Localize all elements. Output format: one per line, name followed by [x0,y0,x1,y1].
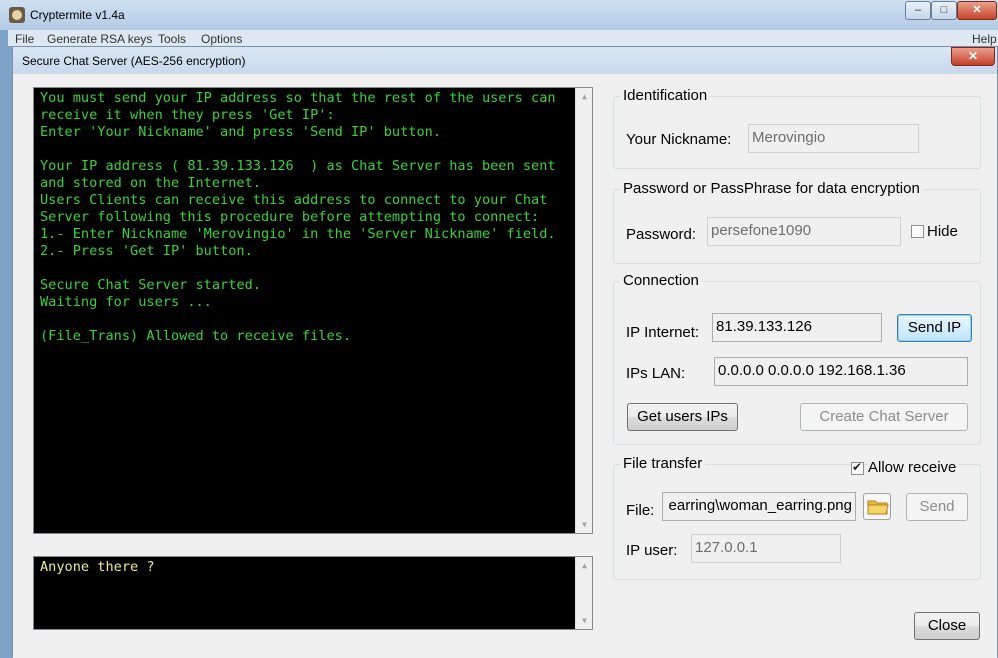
message-input-text: Anyone there ? [40,559,155,575]
nickname-field[interactable]: Merovingio [748,124,919,153]
menu-generate-rsa-keys[interactable]: Generate RSA keys [47,32,152,46]
chat-log-scrollbar[interactable]: ▲ ▼ [575,88,592,533]
chat-log-lines: You must send your IP address so that th… [40,90,572,345]
dialog-body: You must send your IP address so that th… [13,74,997,658]
file-transfer-legend: File transfer [620,455,706,472]
password-label: Password: [626,226,697,243]
scroll-up-arrow-icon[interactable]: ▲ [576,88,592,105]
send-ip-button[interactable]: Send IP [897,314,972,342]
chat-log-line: Users Clients can receive this address t… [40,192,548,208]
chat-log-line: 2.- Press 'Get IP' button. [40,243,253,259]
dialog-title: Secure Chat Server (AES-256 encryption) [22,54,246,68]
chat-log-line: and stored on the Internet. [40,175,261,191]
password-legend: Password or PassPhrase for data encrypti… [620,180,923,197]
message-input-scrollbar[interactable]: ▲ ▼ [575,557,592,629]
menu-file[interactable]: File [15,32,34,46]
app-icon [9,7,25,23]
hide-password-label: Hide [927,223,958,240]
scroll-up-arrow-icon[interactable]: ▲ [576,557,592,574]
ips-lan-field[interactable]: 0.0.0.0 0.0.0.0 192.168.1.36 [714,357,968,386]
scroll-down-arrow-icon[interactable]: ▼ [576,516,592,533]
allow-receive-checkbox[interactable] [851,460,864,475]
ip-user-label: IP user: [626,542,678,559]
connection-legend: Connection [620,272,702,289]
nickname-label: Your Nickname: [626,131,732,148]
hide-password-checkbox[interactable] [911,225,924,238]
dialog-titlebar: Secure Chat Server (AES-256 encryption) … [13,47,997,74]
main-window-title: Cryptermite v1.4a [30,8,125,22]
chat-log-line: Server following this procedure before a… [40,209,540,225]
chat-log-line: receive it when they press 'Get IP': [40,107,335,123]
get-users-ips-button[interactable]: Get users IPs [627,403,738,431]
file-path-field[interactable]: earring\woman_earring.png [662,492,856,521]
identification-group: Identification Your Nickname: Merovingio [613,87,981,169]
password-field[interactable]: persefone1090 [707,217,901,246]
main-window-titlebar: Cryptermite v1.4a – □ ✕ [0,0,998,30]
connection-group: Connection IP Internet: 81.39.133.126 Se… [613,272,981,445]
password-group: Password or PassPhrase for data encrypti… [613,180,981,264]
dialog-close-button[interactable]: ✕ [951,47,995,66]
ip-internet-label: IP Internet: [626,324,700,341]
close-button[interactable]: Close [914,612,980,640]
ips-lan-label: IPs LAN: [626,365,686,382]
window-close-button[interactable]: ✕ [957,1,997,20]
create-chat-server-button[interactable]: Create Chat Server [800,403,968,431]
minimize-button[interactable]: – [905,1,931,20]
file-label: File: [626,502,655,519]
menu-options[interactable]: Options [201,32,242,46]
chat-log-line: Your IP address ( 81.39.133.126 ) as Cha… [40,158,556,174]
message-input[interactable]: Anyone there ? ▲ ▼ [33,556,593,630]
scroll-down-arrow-icon[interactable]: ▼ [576,612,592,629]
chat-log-line [40,141,572,158]
chat-log-line [40,260,572,277]
identification-legend: Identification [620,87,711,104]
chat-log-line: Secure Chat Server started. [40,277,261,293]
chat-log-line: Waiting for users ... [40,294,212,310]
chat-log-line [40,311,572,328]
ip-user-field[interactable]: 127.0.0.1 [691,534,841,563]
file-transfer-group: File transfer Allow receive File: earrin… [613,455,981,580]
allow-receive-label: Allow receive [868,459,960,476]
menu-bar: File Generate RSA keys Tools Options Hel… [8,30,998,46]
maximize-button[interactable]: □ [931,1,957,20]
chat-log-line: 1.- Enter Nickname 'Merovingio' in the '… [40,226,556,242]
menu-tools[interactable]: Tools [158,32,186,46]
chat-log-line: Enter 'Your Nickname' and press 'Send IP… [40,124,442,140]
secure-chat-server-dialog: Secure Chat Server (AES-256 encryption) … [12,46,998,658]
browse-folder-button[interactable] [863,493,891,520]
send-file-button[interactable]: Send [906,493,968,521]
ip-internet-field[interactable]: 81.39.133.126 [712,313,882,342]
menu-help[interactable]: Help [972,32,997,46]
chat-log-line: (File_Trans) Allowed to receive files. [40,328,351,344]
chat-log[interactable]: You must send your IP address so that th… [33,87,593,534]
folder-icon [867,500,889,515]
chat-log-line: You must send your IP address so that th… [40,90,556,106]
